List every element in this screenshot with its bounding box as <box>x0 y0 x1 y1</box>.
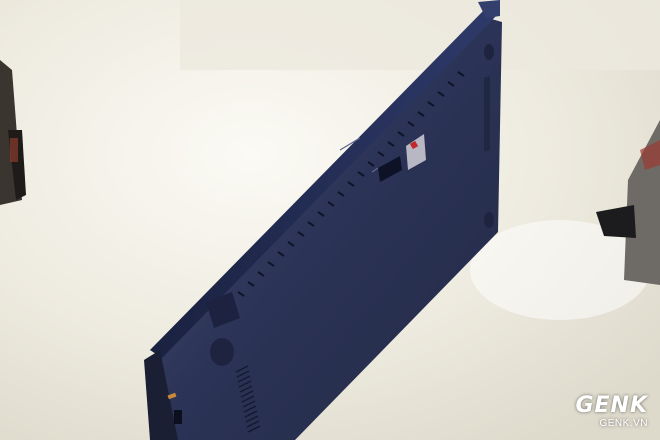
rubber-foot <box>484 44 494 60</box>
rubber-foot <box>210 338 234 366</box>
back-wall <box>180 0 660 70</box>
rubber-foot <box>484 212 494 228</box>
genk-watermark: GENK GENK.VN <box>575 395 648 430</box>
photo-scene <box>0 0 660 440</box>
watermark-logo: GENK <box>575 393 648 418</box>
watermark-site: GENK.VN <box>599 418 648 429</box>
